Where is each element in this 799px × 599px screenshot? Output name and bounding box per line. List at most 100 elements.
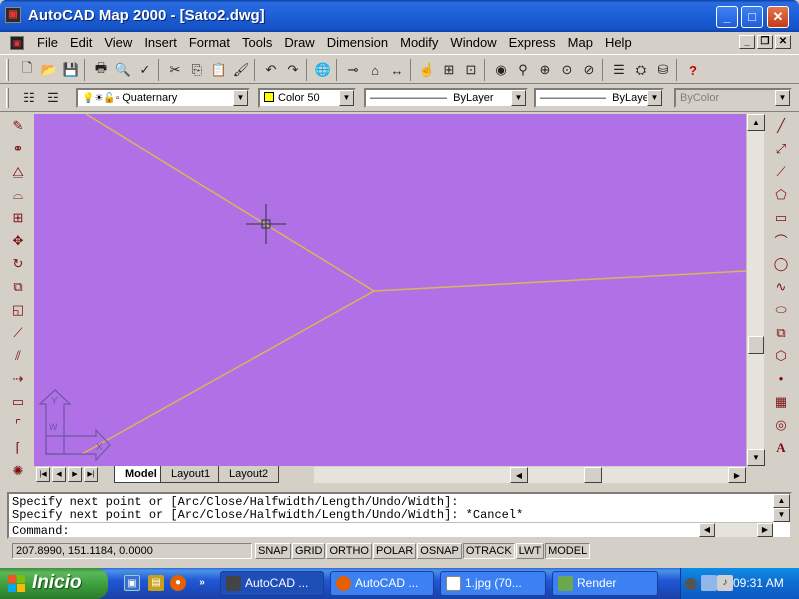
lwt-toggle[interactable]: LWT — [515, 543, 545, 559]
erase-icon[interactable]: ✎ — [7, 114, 29, 137]
lengthen-icon[interactable]: ⟋ — [7, 321, 29, 344]
menu-map[interactable]: Map — [562, 35, 599, 51]
new-icon[interactable]: 🗋 — [16, 59, 38, 81]
circle-icon[interactable]: ◯ — [770, 252, 792, 275]
zoom-window-icon[interactable]: ⊞ — [438, 59, 460, 81]
ucs-icon[interactable]: ⌂ — [364, 59, 386, 81]
line-icon[interactable]: ╱ — [770, 114, 792, 137]
move-icon[interactable]: ✥ — [7, 229, 29, 252]
command-scrollbar[interactable]: ▲ ▼ — [773, 494, 790, 522]
scroll-up-button[interactable]: ▲ — [773, 494, 790, 508]
scroll-thumb[interactable] — [748, 336, 764, 354]
region-icon[interactable]: ◎ — [770, 413, 792, 436]
osnap-toggle[interactable]: OSNAP — [417, 543, 462, 559]
coordinate-display[interactable]: 207.8990, 151.1184, 0.0000 — [12, 543, 252, 559]
rotate-icon[interactable]: ↻ — [7, 252, 29, 275]
ellipse-icon[interactable]: ⬭ — [770, 298, 792, 321]
command-prompt[interactable]: Command: — [12, 524, 70, 538]
paste-icon[interactable]: 📋 — [208, 59, 230, 81]
menu-modify[interactable]: Modify — [394, 35, 444, 51]
ortho-toggle[interactable]: ORTHO — [326, 543, 372, 559]
clock[interactable]: 09:31 AM — [733, 576, 784, 590]
make-layer-current-icon[interactable]: ☲ — [42, 87, 64, 109]
task-image[interactable]: 1.jpg (70... — [440, 571, 546, 596]
menu-tools[interactable]: Tools — [236, 35, 278, 51]
next-tab-button[interactable]: ▶ — [68, 467, 82, 482]
break-icon[interactable]: ▭ — [7, 390, 29, 413]
properties-icon[interactable]: ☰ — [608, 59, 630, 81]
last-tab-button[interactable]: ▶| — [84, 467, 98, 482]
snap-from-icon[interactable]: ⊸ — [342, 59, 364, 81]
redo-icon[interactable]: ↷ — [282, 59, 304, 81]
menu-help[interactable]: Help — [599, 35, 638, 51]
menu-insert[interactable]: Insert — [138, 35, 183, 51]
menu-edit[interactable]: Edit — [64, 35, 98, 51]
insert-block-icon[interactable]: ⧉ — [770, 321, 792, 344]
first-tab-button[interactable]: |◀ — [36, 467, 50, 482]
match-properties-icon[interactable]: 🖌 — [230, 59, 252, 81]
otrack-toggle[interactable]: OTRACK — [462, 543, 515, 559]
offset-icon[interactable]: ⌓ — [7, 183, 29, 206]
tray-back-icon[interactable] — [685, 578, 697, 590]
aerial-view-icon[interactable]: ◉ — [490, 59, 512, 81]
drawing-area[interactable]: Y W X — [34, 114, 746, 466]
task-render[interactable]: Render — [552, 571, 658, 596]
design-center-icon[interactable]: ⛭ — [630, 59, 652, 81]
menu-file[interactable]: File — [31, 35, 64, 51]
chamfer-icon[interactable]: ⌜ — [7, 413, 29, 436]
title-bar[interactable]: ▣ AutoCAD Map 2000 - [Sato2.dwg] _ □ ✕ — [0, 0, 799, 32]
point-icon[interactable]: • — [770, 367, 792, 390]
drawing-canvas[interactable]: Y W X — [34, 114, 746, 466]
menu-window[interactable]: Window — [444, 35, 502, 51]
chevron-down-icon[interactable]: ▼ — [233, 90, 248, 106]
chevron-down-icon[interactable]: ▼ — [511, 90, 526, 106]
spline-icon[interactable]: ∿ — [770, 275, 792, 298]
copy-icon[interactable]: ⎘ — [186, 59, 208, 81]
polar-toggle[interactable]: POLAR — [373, 543, 417, 559]
menu-view[interactable]: View — [98, 35, 138, 51]
doc-restore-button[interactable]: ❐ — [757, 35, 773, 49]
rectangle-icon[interactable]: ▭ — [770, 206, 792, 229]
snap-toggle[interactable]: SNAP — [255, 543, 291, 559]
zoom-previous-icon[interactable]: ⊡ — [460, 59, 482, 81]
menu-draw[interactable]: Draw — [278, 35, 320, 51]
print-icon[interactable]: 🖶 — [90, 59, 112, 81]
command-window[interactable]: Specify next point or [Arc/Close/Halfwid… — [7, 492, 792, 539]
scroll-down-button[interactable]: ▼ — [773, 508, 790, 522]
toolbar-grip[interactable] — [6, 88, 9, 108]
web-browser-icon[interactable]: 🌐 — [312, 59, 334, 81]
close-button[interactable]: ✕ — [767, 6, 789, 28]
linetype-select[interactable]: ——————— ByLayer ▼ — [364, 88, 528, 108]
pan-icon[interactable]: ☝ — [416, 59, 438, 81]
menu-format[interactable]: Format — [183, 35, 236, 51]
scroll-up-button[interactable]: ▲ — [747, 114, 765, 131]
lineweight-select[interactable]: —————— ByLayer ▼ — [534, 88, 664, 108]
polyline-segment[interactable] — [85, 114, 746, 292]
undo-icon[interactable]: ↶ — [260, 59, 282, 81]
prev-tab-button[interactable]: ◀ — [52, 467, 66, 482]
polyline-icon[interactable]: ⟋ — [770, 160, 792, 183]
layers-icon[interactable]: ☷ — [18, 87, 40, 109]
tab-layout1[interactable]: Layout1 — [160, 466, 222, 483]
stretch-icon[interactable]: ◱ — [7, 298, 29, 321]
help-icon[interactable]: ? — [682, 59, 704, 81]
model-toggle[interactable]: MODEL — [545, 543, 591, 559]
mirror-icon[interactable]: ⧋ — [7, 160, 29, 183]
trim-icon[interactable]: ⫽ — [7, 344, 29, 367]
construction-line-icon[interactable]: ⤢ — [770, 137, 792, 160]
mtext-icon[interactable]: A — [770, 436, 792, 459]
zoom-extents-icon[interactable]: ⊙ — [556, 59, 578, 81]
network-icon[interactable] — [701, 575, 717, 591]
tab-layout2[interactable]: Layout2 — [218, 466, 280, 483]
command-hscrollbar[interactable]: ◀ ▶ — [699, 523, 773, 537]
scroll-thumb[interactable] — [584, 467, 602, 483]
quicklaunch-app-icon[interactable]: ▤ — [148, 575, 164, 591]
chevron-down-icon[interactable]: ▼ — [647, 90, 662, 106]
document-icon[interactable]: ▣ — [10, 36, 24, 50]
print-preview-icon[interactable]: 🔍 — [112, 59, 134, 81]
zoom-in-icon[interactable]: ⊕ — [534, 59, 556, 81]
extend-icon[interactable]: ⇢ — [7, 367, 29, 390]
task-autocad-2[interactable]: AutoCAD ... — [330, 571, 434, 596]
doc-minimize-button[interactable]: _ — [739, 35, 755, 49]
scroll-right-button[interactable]: ▶ — [728, 467, 746, 483]
